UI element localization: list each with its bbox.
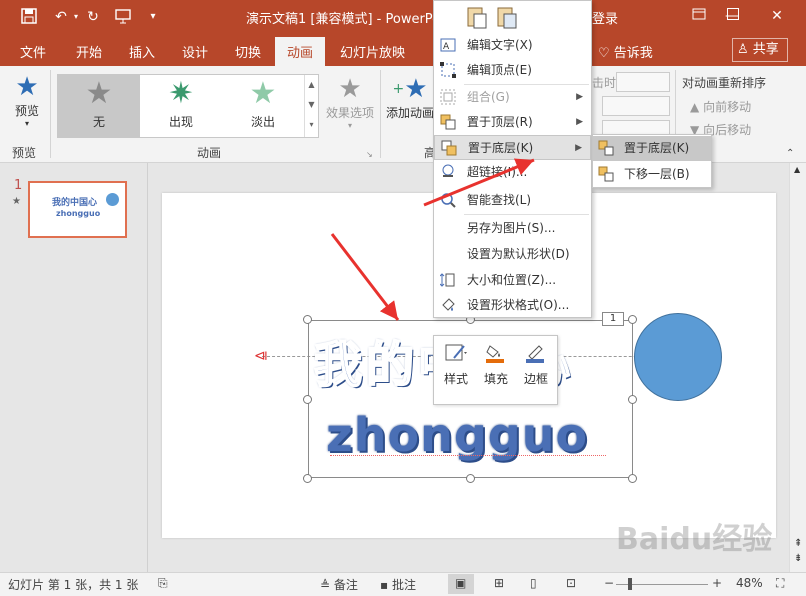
slide-count: 幻灯片 第 1 张，共 1 张 (8, 578, 139, 592)
spellcheck-icon[interactable]: ⎘ (158, 576, 168, 591)
comments-button[interactable]: ▪ 批注 (380, 576, 416, 593)
slideshow-icon[interactable]: ⊡ (566, 576, 576, 590)
annotation-arrows (330, 158, 535, 321)
fit-to-window-icon[interactable]: ⛶ (776, 576, 784, 591)
reading-view-icon[interactable]: ▯ (530, 576, 537, 590)
comments-label: 批注 (391, 578, 416, 592)
zoom-out-icon[interactable]: − (604, 576, 614, 590)
notes-icon: ≜ (320, 578, 331, 592)
notes-label: 备注 (333, 578, 358, 592)
slide-sorter-icon[interactable]: ⊞ (494, 576, 504, 590)
annotation-arrow-2 (330, 233, 400, 321)
normal-view-icon: ▣ (455, 576, 467, 590)
status-bar: 幻灯片 第 1 张，共 1 张 ⎘ ≜ 备注 ▪ 批注 ▣ ⊞ ▯ ⊡ − + … (0, 572, 806, 596)
zoom-in-icon[interactable]: + (712, 576, 722, 590)
zoom-level[interactable]: 48% (736, 576, 763, 590)
annotation-arrow-1 (423, 158, 535, 207)
comment-icon: ▪ (380, 578, 389, 592)
notes-button[interactable]: ≜ 备注 (320, 576, 358, 593)
baidu-watermark: Baidu经验 (616, 522, 773, 557)
zoom-slider-thumb[interactable] (628, 578, 632, 590)
